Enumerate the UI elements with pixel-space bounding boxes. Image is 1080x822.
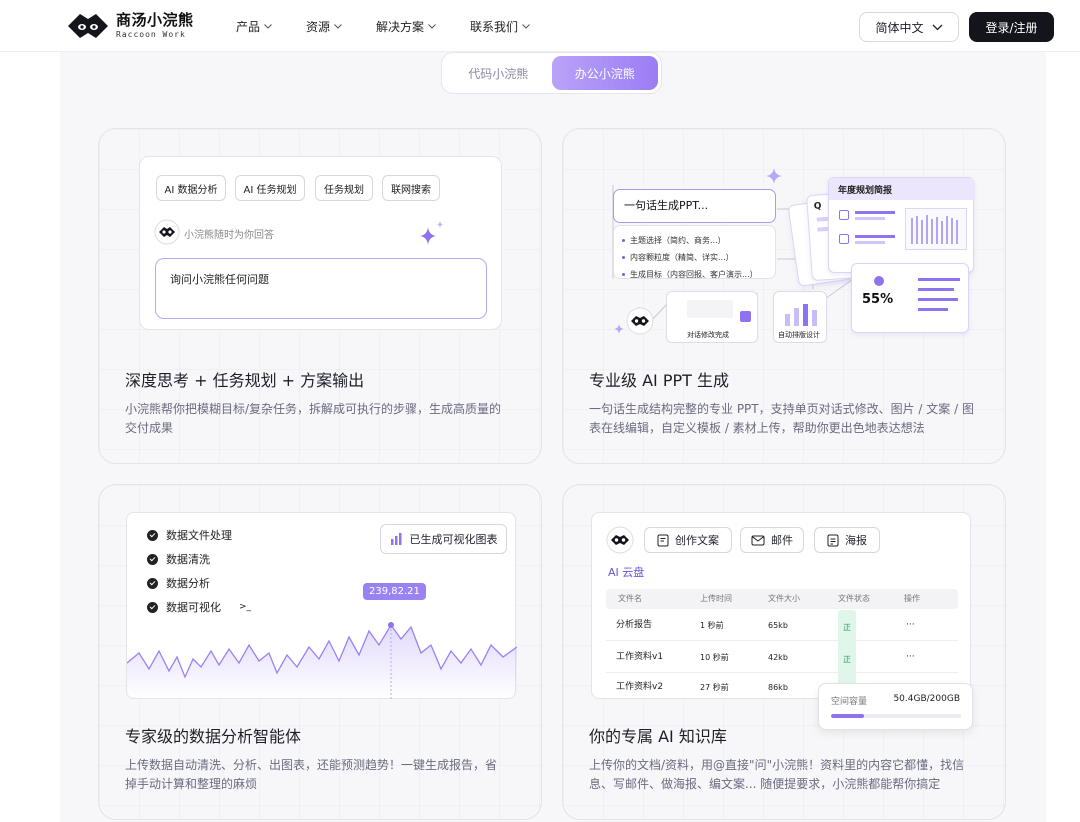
table-row[interactable]: 工作资料v1 10 秒前 42kb 正常 ··· (606, 642, 958, 708)
ppt-option: 内容颗粒度（精简、详实...） (622, 249, 767, 266)
card-title: 专业级 AI PPT 生成 (589, 371, 729, 390)
raccoon-avatar-icon (606, 526, 634, 554)
chip-task-planning[interactable]: 任务规划 (315, 175, 373, 201)
card-description-line1: 一句话生成结构完整的专业 PPT，支持单页对话式修改、图片 / 文案 / 图 (589, 402, 974, 416)
visualization-generated-button[interactable]: 已生成可视化图表 (380, 524, 507, 554)
main-nav: 产品 资源 解决方案 联系我们 (236, 18, 564, 35)
nav-contact[interactable]: 联系我们 (470, 18, 530, 35)
card-title: 你的专属 AI 知识库 (589, 727, 727, 746)
mail-icon (751, 535, 765, 545)
assistant-panel: AI 数据分析 AI 任务规划 任务规划 联网搜索 小浣熊随时为你回答 询问小浣… (139, 156, 502, 330)
sparkle-icon (420, 221, 443, 245)
card-description-line2: 息、写邮件、做海报、编文案... 随便提要求，小浣熊都能帮你搞定 (589, 777, 941, 791)
card-title: 深度思考 + 任务规划 + 方案输出 (125, 371, 365, 390)
feature-card-deep-thinking: AI 数据分析 AI 任务规划 任务规划 联网搜索 小浣熊随时为你回答 询问小浣… (98, 128, 542, 464)
ask-input[interactable]: 询问小浣熊任何问题 (155, 258, 487, 319)
card-description-line1: 上传数据自动清洗、分析、出图表，还能预测趋势！一键生成报告，省 (125, 758, 498, 772)
chevron-down-icon (522, 24, 530, 29)
storage-capacity-card: 空间容量 50.4GB/200GB (818, 683, 973, 730)
ppt-option: 生成目标（内容回报、客户演示...） (622, 266, 767, 283)
chart-icon (390, 533, 401, 545)
table-row[interactable]: 分析报告 1 秒前 65kb 正常 ··· (606, 610, 958, 676)
chevron-down-icon (932, 24, 942, 30)
brand-name: 商汤小浣熊 (116, 11, 194, 29)
auto-layout-card: 自动排版设计 (773, 291, 827, 343)
ai-drive-panel: 创作文案 邮件 海报 AI 云盘 文件名 上传时间 文件大小 文件状态 操作 分… (591, 512, 971, 708)
raccoon-avatar-icon (626, 307, 654, 335)
stat-percent: 55% (862, 292, 894, 307)
card-description-line2: 掉手动计算和整理的麻烦 (125, 777, 258, 791)
step-item: 数据分析 (147, 571, 251, 595)
card-description-line2: 交付成果 (125, 421, 174, 435)
chip-web-search[interactable]: 联网搜索 (382, 175, 440, 201)
ppt-option: 主题选择（简约、商务...） (622, 232, 767, 249)
chip-ai-data-analysis[interactable]: AI 数据分析 (156, 175, 226, 201)
tab-code-raccoon[interactable]: 代码小浣熊 (445, 56, 552, 90)
sparkle-icon (614, 324, 624, 334)
feature-card-ai-ppt: 一句话生成PPT... 主题选择（简约、商务...） 内容颗粒度（精简、详实..… (562, 128, 1006, 464)
nav-resources[interactable]: 资源 (306, 18, 342, 35)
ppt-options-list: 主题选择（简约、商务...） 内容颗粒度（精简、详实...） 生成目标（内容回报… (613, 225, 776, 279)
peak-value-label: 239,82.21 (363, 583, 426, 600)
analysis-panel: 数据文件处理 数据清洗 数据分析 数据可视化 >_ 已生成可视化图表 239,82… (126, 512, 517, 700)
chevron-down-icon (264, 24, 272, 29)
capacity-progress-fill (831, 714, 864, 718)
trend-line-chart (127, 622, 517, 700)
tab-office-raccoon[interactable]: 办公小浣熊 (551, 56, 658, 90)
brand-subtitle: Raccoon Work (116, 30, 186, 39)
feature-card-data-analysis: 数据文件处理 数据清洗 数据分析 数据可视化 >_ 已生成可视化图表 239,82… (98, 484, 542, 820)
capacity-label: 空间容量 (831, 697, 868, 707)
top-header: 商汤小浣熊 Raccoon Work 产品 资源 解决方案 联系我们 简体中文 … (0, 0, 1080, 52)
chevron-down-icon (334, 24, 342, 29)
raccoon-avatar-icon (154, 219, 180, 245)
product-tabs: 代码小浣熊 办公小浣熊 (441, 52, 662, 94)
capacity-progress (831, 714, 961, 718)
raccoon-logo-icon (68, 14, 108, 38)
email-button[interactable]: 邮件 (740, 527, 804, 553)
chip-ai-task-planning[interactable]: AI 任务规划 (235, 175, 305, 201)
slide-bars-icon (905, 208, 967, 250)
drive-title: AI 云盘 (608, 566, 645, 579)
bar-chart-icon (785, 304, 817, 326)
card-description-line1: 小浣熊帮你把模糊目标/复杂任务，拆解成可执行的步骤，生成高质量的 (125, 402, 502, 416)
chevron-down-icon (428, 24, 436, 29)
edit-done-label: 对话修改完成 (687, 331, 729, 339)
slide-stats: 55% (851, 263, 969, 333)
card-description-line1: 上传你的文档/资料，用@直接"问"小浣熊！资料里的内容它都懂，找信 (589, 758, 965, 772)
language-select[interactable]: 简体中文 (859, 12, 959, 42)
more-actions-button[interactable]: ··· (906, 610, 915, 641)
nav-solutions[interactable]: 解决方案 (376, 18, 436, 35)
slide-title: 年度规划简报 (838, 186, 893, 196)
capacity-value: 50.4GB/200GB (893, 694, 960, 704)
poster-button[interactable]: 海报 (814, 527, 880, 553)
step-item: 数据清洗 (147, 547, 251, 571)
assistant-hint: 小浣熊随时为你回答 (184, 230, 274, 241)
brand-logo[interactable]: 商汤小浣熊 Raccoon Work (66, 10, 194, 42)
poster-icon (827, 534, 839, 546)
create-copy-button[interactable]: 创作文案 (644, 527, 732, 553)
edit-done-card: 对话修改完成 (666, 291, 758, 343)
more-actions-button[interactable]: ··· (906, 642, 915, 673)
document-icon (657, 534, 669, 546)
card-title: 专家级的数据分析智能体 (125, 727, 302, 746)
page: 商汤小浣熊 Raccoon Work 产品 资源 解决方案 联系我们 简体中文 … (0, 0, 1080, 822)
card-description-line2: 表在线编辑，自定义模板 / 素材上传，帮助你更出色地表达想法 (589, 421, 925, 435)
sparkle-icon (766, 168, 782, 184)
step-item: 数据文件处理 (147, 523, 251, 547)
nav-products[interactable]: 产品 (236, 18, 272, 35)
slide-annual-plan: 年度规划简报 (828, 177, 975, 273)
feature-card-knowledge-base: 创作文案 邮件 海报 AI 云盘 文件名 上传时间 文件大小 文件状态 操作 分… (562, 484, 1006, 820)
language-label: 简体中文 (875, 20, 924, 35)
ppt-prompt-input[interactable]: 一句话生成PPT... (613, 189, 776, 223)
auto-layout-label: 自动排版设计 (778, 331, 820, 339)
file-table-header: 文件名 上传时间 文件大小 文件状态 操作 (606, 589, 958, 609)
login-button[interactable]: 登录/注册 (969, 12, 1054, 42)
